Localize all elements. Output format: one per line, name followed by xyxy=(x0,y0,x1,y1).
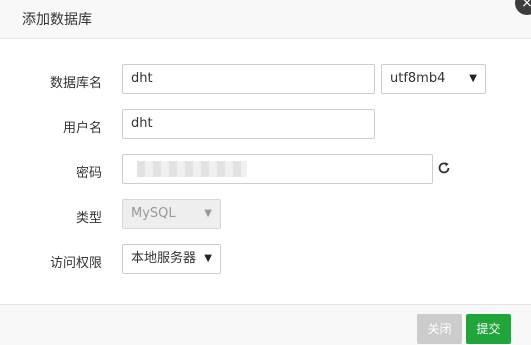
access-value: 本地服务器 xyxy=(131,251,197,266)
chevron-down-icon: ▼ xyxy=(204,253,212,264)
charset-select[interactable]: utf8mb4 ▼ xyxy=(381,64,486,94)
db-name-input[interactable]: dht xyxy=(122,64,375,94)
charset-value: utf8mb4 xyxy=(390,71,446,86)
chevron-down-icon: ▼ xyxy=(469,73,477,84)
username-label: 用户名 xyxy=(62,121,102,136)
access-select[interactable]: 本地服务器 ▼ xyxy=(122,244,221,274)
db-name-label: 数据库名 xyxy=(49,76,102,91)
password-input[interactable] xyxy=(122,154,433,184)
access-label: 访问权限 xyxy=(49,256,102,271)
password-label: 密码 xyxy=(75,166,102,181)
type-label: 类型 xyxy=(75,211,102,226)
chevron-down-icon: ▼ xyxy=(204,208,212,219)
type-value: MySQL xyxy=(131,206,176,221)
dialog-title: 添加数据库 xyxy=(22,12,92,28)
type-select: MySQL ▼ xyxy=(122,199,221,229)
add-database-dialog: 添加数据库 × 数据库名 dht utf8mb4 ▼ 用户名 dht 密码 类型… xyxy=(0,0,531,345)
username-input[interactable]: dht xyxy=(122,109,375,139)
password-value-redacted xyxy=(137,161,247,177)
close-button[interactable]: 关闭 xyxy=(417,314,462,344)
refresh-icon[interactable] xyxy=(437,161,451,175)
submit-button[interactable]: 提交 xyxy=(466,314,511,344)
dialog-header: 添加数据库 xyxy=(0,0,531,39)
